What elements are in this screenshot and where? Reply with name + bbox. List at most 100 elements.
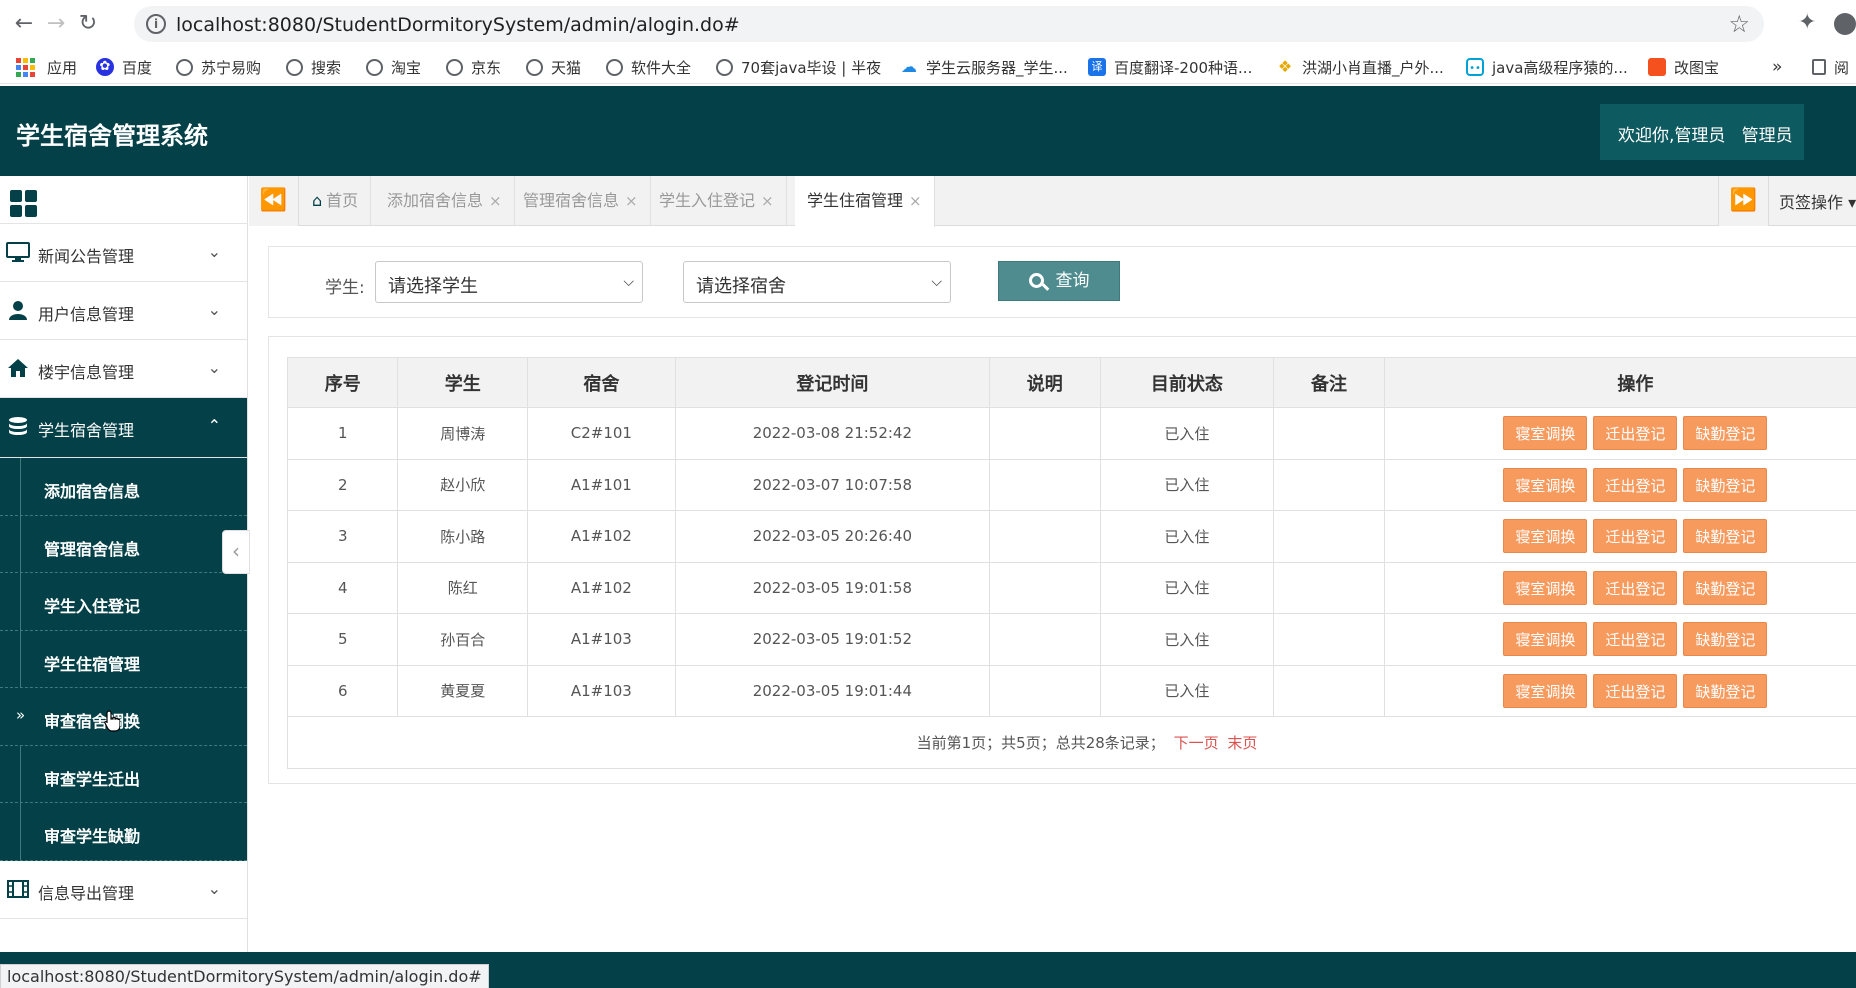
dashboard-grid-icon[interactable] xyxy=(10,190,37,217)
tabs-scroll-right-icon[interactable]: ⏩ xyxy=(1718,176,1768,226)
checkout-button[interactable]: 迁出登记 xyxy=(1593,467,1678,502)
baidu-paw-icon: ✿ xyxy=(96,58,114,76)
search-icon xyxy=(1028,273,1044,288)
sidebar-collapse-button[interactable]: ‹ xyxy=(222,530,250,574)
sidebar-menu-news[interactable]: 新闻公告管理 ⌄ xyxy=(0,224,247,282)
cell-note xyxy=(1273,664,1385,717)
back-icon[interactable]: ← xyxy=(10,10,38,38)
tab-accommodation[interactable]: 学生住宿管理 × xyxy=(795,176,935,227)
checkout-button[interactable]: 迁出登记 xyxy=(1593,622,1678,657)
swap-room-button[interactable]: 寝室调换 xyxy=(1503,570,1588,605)
swap-room-button[interactable]: 寝室调换 xyxy=(1503,622,1588,657)
chevron-up-icon: ⌃ xyxy=(207,416,221,435)
student-select[interactable]: 请选择学生 ⌵ xyxy=(375,261,643,303)
swap-room-button[interactable]: 寝室调换 xyxy=(1503,467,1588,502)
forward-icon[interactable]: → xyxy=(42,10,70,38)
cell-no: 4 xyxy=(286,561,399,614)
bookmark-label: 淘宝 xyxy=(391,58,422,77)
close-icon[interactable]: × xyxy=(625,192,638,210)
close-icon[interactable]: × xyxy=(909,192,922,210)
extensions-icon[interactable]: ✦ xyxy=(1798,10,1816,35)
bookmark-tmall[interactable]: 天猫 xyxy=(526,56,581,78)
page-tabs-bar: ⏪ ⌂ 首页 添加宿舍信息 × 管理宿舍信息 × 学生入住登记 × 学生住宿管理 × ⏩ … xyxy=(249,176,1856,227)
checkout-button[interactable]: 迁出登记 xyxy=(1593,416,1678,451)
tab-checkin[interactable]: 学生入住登记 × xyxy=(647,176,787,226)
table-row: 5 孙百合 A1#103 2022-03-05 19:01:52 已入住 寝室调… xyxy=(286,613,1856,666)
sidebar-menu-buildings[interactable]: 楼宇信息管理 ⌄ xyxy=(0,340,247,398)
sidebar-item-add-dorm[interactable]: 添加宿舍信息 xyxy=(0,458,247,516)
cell-student: 陈小路 xyxy=(397,510,529,563)
sidebar-menu-export[interactable]: 信息导出管理 ⌄ xyxy=(0,861,247,919)
profile-avatar[interactable] xyxy=(1834,13,1856,35)
cell-actions: 寝室调换 迁出登记 缺勤登记 xyxy=(1383,510,1856,563)
checkout-button[interactable]: 迁出登记 xyxy=(1593,519,1678,554)
site-info-icon[interactable]: i xyxy=(146,14,166,34)
bookmark-gaitubao[interactable]: 改图宝 xyxy=(1648,56,1719,78)
table-row: 4 陈红 A1#102 2022-03-05 19:01:58 已入住 寝室调换… xyxy=(286,561,1856,614)
bookmark-cloud[interactable]: ☁ 学生云服务器_学生... xyxy=(900,56,1068,78)
swap-room-button[interactable]: 寝室调换 xyxy=(1503,416,1588,451)
tab-add-dorm[interactable]: 添加宿舍信息 × xyxy=(375,176,515,226)
absence-button[interactable]: 缺勤登记 xyxy=(1683,416,1768,451)
more-bookmarks-button[interactable]: » xyxy=(1772,56,1782,78)
bookmark-taobao[interactable]: 淘宝 xyxy=(366,56,421,78)
sidebar-item-manage-dorm[interactable]: 管理宿舍信息 xyxy=(0,515,247,573)
bookmark-baidu[interactable]: ✿ 百度 xyxy=(96,56,152,78)
bookmark-star-icon[interactable]: ☆ xyxy=(1728,10,1750,38)
bookmark-search[interactable]: 搜索 xyxy=(286,56,341,78)
last-page-link[interactable]: 末页 xyxy=(1227,734,1257,752)
url-text[interactable]: localhost:8080/StudentDormitorySystem/ad… xyxy=(176,14,740,36)
sidebar-menu-users[interactable]: 用户信息管理 ⌄ xyxy=(0,282,247,340)
address-bar[interactable]: i localhost:8080/StudentDormitorySystem/… xyxy=(134,6,1764,42)
swap-room-button[interactable]: 寝室调换 xyxy=(1503,673,1588,708)
translate-icon: 译 xyxy=(1088,58,1106,76)
user-welcome[interactable]: 欢迎你,管理员 管理员 xyxy=(1600,104,1804,160)
swap-room-button[interactable]: 寝室调换 xyxy=(1503,519,1588,554)
absence-button[interactable]: 缺勤登记 xyxy=(1683,570,1768,605)
bookmark-label: 70套java毕设 | 半夜 xyxy=(741,58,882,77)
sidebar-item-accommodation[interactable]: 学生住宿管理 xyxy=(0,630,247,688)
close-icon[interactable]: × xyxy=(761,192,774,210)
gaitubao-icon xyxy=(1648,58,1666,76)
cell-dorm: A1#103 xyxy=(527,664,676,717)
reload-icon[interactable]: ↻ xyxy=(74,10,102,38)
absence-button[interactable]: 缺勤登记 xyxy=(1683,519,1768,554)
reading-list[interactable]: 阅 xyxy=(1812,56,1849,78)
bookmark-label: 苏宁易购 xyxy=(201,58,262,77)
tabs-scroll-left-icon[interactable]: ⏪ xyxy=(249,176,299,226)
checkout-button[interactable]: 迁出登记 xyxy=(1593,673,1678,708)
submenu-label: 审查学生迁出 xyxy=(44,769,141,789)
table-row: 1 周博涛 C2#101 2022-03-08 21:52:42 已入住 寝室调… xyxy=(286,407,1856,460)
bookmark-software[interactable]: 软件大全 xyxy=(606,56,691,78)
absence-button[interactable]: 缺勤登记 xyxy=(1683,673,1768,708)
bookmark-live[interactable]: ❖ 洪湖小肖直播_户外... xyxy=(1276,56,1444,78)
apps-grid-icon xyxy=(16,57,35,77)
absence-button[interactable]: 缺勤登记 xyxy=(1683,467,1768,502)
bookmark-apps[interactable]: 应用 xyxy=(16,56,77,78)
tab-home[interactable]: ⌂ 首页 xyxy=(300,176,372,226)
checkout-button[interactable]: 迁出登记 xyxy=(1593,570,1678,605)
tab-manage-dorm[interactable]: 管理宿舍信息 × xyxy=(511,176,651,226)
bookmark-java[interactable]: 70套java毕设 | 半夜 xyxy=(716,56,881,78)
bookmark-suning[interactable]: 苏宁易购 xyxy=(176,56,261,78)
sidebar-menu-dormitory[interactable]: 学生宿舍管理 ⌃ xyxy=(0,398,247,458)
sidebar-item-review-absence[interactable]: 审查学生缺勤 xyxy=(0,803,247,861)
tree-line xyxy=(20,573,21,630)
query-button[interactable]: 查询 xyxy=(998,261,1120,301)
dorm-select[interactable]: 请选择宿舍 ⌵ xyxy=(683,261,951,303)
bookmark-jd[interactable]: 京东 xyxy=(446,56,501,78)
tab-label: 学生住宿管理 xyxy=(807,191,904,210)
next-page-link[interactable]: 下一页 xyxy=(1174,734,1219,752)
sidebar-item-review-swap[interactable]: » 审查宿舍调换 xyxy=(0,688,247,746)
bookmark-translate[interactable]: 译 百度翻译-200种语... xyxy=(1088,56,1252,78)
bookmark-bilibili[interactable]: •• java高级程序猿的... xyxy=(1466,56,1628,78)
tab-operations-menu[interactable]: 页签操作 ▾ xyxy=(1768,176,1856,226)
cell-note xyxy=(1273,407,1385,460)
tree-line xyxy=(20,745,21,802)
sidebar-item-review-checkout[interactable]: 审查学生迁出 xyxy=(0,745,247,803)
sidebar-item-checkin[interactable]: 学生入住登记 xyxy=(0,573,247,631)
absence-button[interactable]: 缺勤登记 xyxy=(1683,622,1768,657)
reading-list-icon xyxy=(1812,59,1826,75)
close-icon[interactable]: × xyxy=(489,192,502,210)
menu-label: 楼宇信息管理 xyxy=(38,363,135,382)
